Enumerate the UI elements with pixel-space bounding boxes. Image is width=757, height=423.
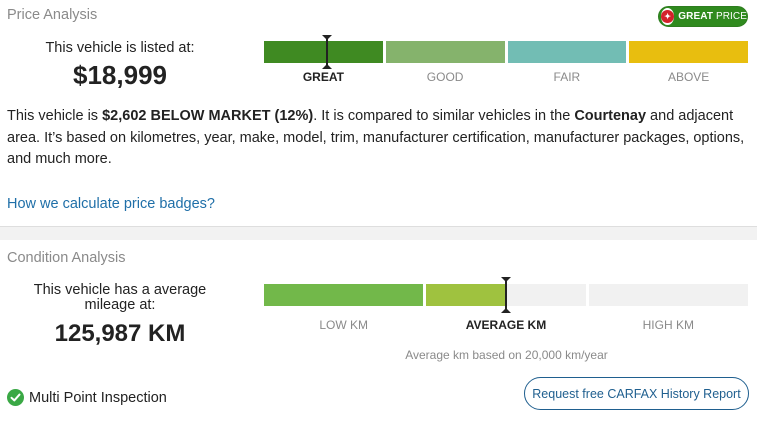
mileage-value: 125,987 KM xyxy=(54,320,186,347)
price-scale-label: ABOVE xyxy=(667,70,710,84)
below-market-amount: $2,602 BELOW MARKET (12%) xyxy=(102,108,314,124)
km-note: Average km based on 20,000 km/year xyxy=(405,348,608,362)
section-divider xyxy=(0,226,757,240)
price-analysis-title: Price Analysis xyxy=(7,7,98,23)
desc-part-1: This vehicle is xyxy=(7,108,103,124)
request-carfax-report-button[interactable]: Request free CARFAX History Report xyxy=(524,377,749,410)
price-scale-label: FAIR xyxy=(553,70,581,84)
listed-price: $18,999 xyxy=(73,60,167,90)
price-description: This vehicle is $2,602 BELOW MARKET (12%… xyxy=(7,106,752,171)
km-scale-label: AVERAGE KM xyxy=(465,318,547,332)
condition-analysis-title: Condition Analysis xyxy=(7,250,126,266)
mileage-label: This vehicle has a average mileage at: xyxy=(33,282,207,313)
desc-part-2: . It is compared to similar vehicles in … xyxy=(313,108,575,124)
price-scale-segment xyxy=(385,41,505,63)
km-scale-segment xyxy=(588,284,748,306)
inspection-label: Multi Point Inspection xyxy=(29,389,167,406)
km-marker xyxy=(501,277,511,313)
km-scale-segment xyxy=(264,284,424,306)
price-scale-segment xyxy=(507,41,627,63)
km-scale-label: HIGH KM xyxy=(642,318,694,332)
carfax-maple-leaf-icon: ✦ xyxy=(661,8,675,25)
location-name: Courtenay xyxy=(574,108,647,124)
badge-label: GREAT PRICE xyxy=(678,11,747,22)
price-scale-label: GOOD xyxy=(426,70,464,84)
price-scale-label: GREAT xyxy=(302,70,344,84)
price-marker xyxy=(321,35,332,69)
badge-label-light: PRICE xyxy=(715,11,747,22)
badge-label-bold: GREAT xyxy=(678,11,714,22)
multi-point-inspection: Multi Point Inspection xyxy=(7,389,167,406)
check-circle-icon xyxy=(7,389,24,406)
km-scale-label: LOW KM xyxy=(319,318,368,332)
price-badges-link[interactable]: How we calculate price badges? xyxy=(7,196,215,212)
listed-label: This vehicle is listed at: xyxy=(45,40,195,56)
price-scale-segment xyxy=(629,41,748,63)
great-price-badge: ✦ GREAT PRICE xyxy=(658,6,748,27)
